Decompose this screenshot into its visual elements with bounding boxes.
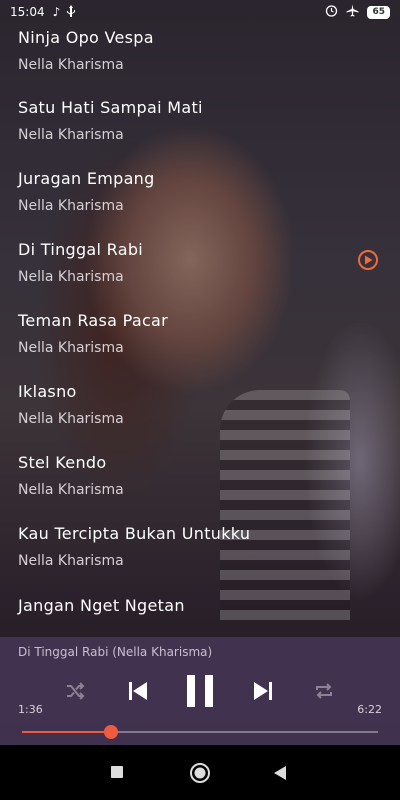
pause-button[interactable] xyxy=(186,674,214,708)
repeat-icon xyxy=(316,683,332,699)
usb-icon xyxy=(66,4,76,20)
song-title: Teman Rasa Pacar xyxy=(18,311,169,330)
recent-apps-button[interactable] xyxy=(110,765,124,779)
current-time: 1:36 xyxy=(18,703,43,716)
home-icon xyxy=(190,763,210,783)
pause-icon xyxy=(187,675,213,707)
seek-bar-progress xyxy=(22,731,111,733)
song-artist: Nella Kharisma xyxy=(18,127,124,143)
song-title: Satu Hati Sampai Mati xyxy=(18,98,203,117)
back-button[interactable] xyxy=(273,765,287,781)
next-button[interactable] xyxy=(251,679,275,703)
now-playing-label: Di Tinggal Rabi (Nella Kharisma) xyxy=(18,645,213,659)
song-artist: Nella Kharisma xyxy=(18,198,124,214)
song-title: Juragan Empang xyxy=(18,169,155,188)
shuffle-icon xyxy=(67,682,85,700)
repeat-button[interactable] xyxy=(313,680,335,702)
player-controls xyxy=(0,674,400,708)
previous-button[interactable] xyxy=(126,679,150,703)
total-time: 6:22 xyxy=(357,703,382,716)
recent-apps-icon xyxy=(111,766,123,778)
song-artist: Nella Kharisma xyxy=(18,269,124,285)
seek-bar-thumb[interactable] xyxy=(104,725,118,739)
song-artist: Nella Kharisma xyxy=(18,340,124,356)
seek-bar[interactable] xyxy=(22,725,378,739)
song-title: Iklasno xyxy=(18,382,77,401)
song-artist: Nella Kharisma xyxy=(18,553,124,569)
list-item[interactable]: Iklasno Nella Kharisma xyxy=(18,382,358,427)
list-item[interactable]: Teman Rasa Pacar Nella Kharisma xyxy=(18,311,358,356)
status-time: 15:04 xyxy=(10,5,45,19)
list-item[interactable]: Di Tinggal Rabi Nella Kharisma xyxy=(18,240,358,285)
song-title: Ninja Opo Vespa xyxy=(18,28,154,47)
song-title: Kau Tercipta Bukan Untukku xyxy=(18,524,251,543)
song-artist: Nella Kharisma xyxy=(18,411,124,427)
song-artist: Nella Kharisma xyxy=(18,57,124,73)
shuffle-button[interactable] xyxy=(64,680,86,702)
song-artist: Nella Kharisma xyxy=(18,482,124,498)
skip-next-icon xyxy=(254,682,272,700)
song-title: Stel Kendo xyxy=(18,453,107,472)
list-item[interactable]: Jangan Nget Ngetan xyxy=(18,596,358,615)
music-note-icon: ♪ xyxy=(52,4,61,19)
list-item[interactable]: Ninja Opo Vespa Nella Kharisma xyxy=(18,28,358,73)
list-item[interactable]: Kau Tercipta Bukan Untukku Nella Kharism… xyxy=(18,524,358,569)
status-bar: 15:04 ♪ 65 xyxy=(0,0,400,24)
song-title: Di Tinggal Rabi xyxy=(18,240,144,259)
airplane-icon xyxy=(346,4,359,20)
now-playing-indicator-icon[interactable] xyxy=(358,250,378,270)
song-title: Jangan Nget Ngetan xyxy=(18,596,185,615)
skip-previous-icon xyxy=(129,682,147,700)
navigation-bar xyxy=(0,745,400,800)
back-icon xyxy=(274,766,286,780)
list-item[interactable]: Juragan Empang Nella Kharisma xyxy=(18,169,358,214)
list-item[interactable]: Stel Kendo Nella Kharisma xyxy=(18,453,358,498)
player-panel: Di Tinggal Rabi (Nella Kharisma) 1:36 6:… xyxy=(0,637,400,745)
battery-indicator: 65 xyxy=(367,5,390,19)
alarm-icon xyxy=(325,4,338,20)
home-button[interactable] xyxy=(189,762,211,784)
list-item[interactable]: Satu Hati Sampai Mati Nella Kharisma xyxy=(18,98,358,143)
